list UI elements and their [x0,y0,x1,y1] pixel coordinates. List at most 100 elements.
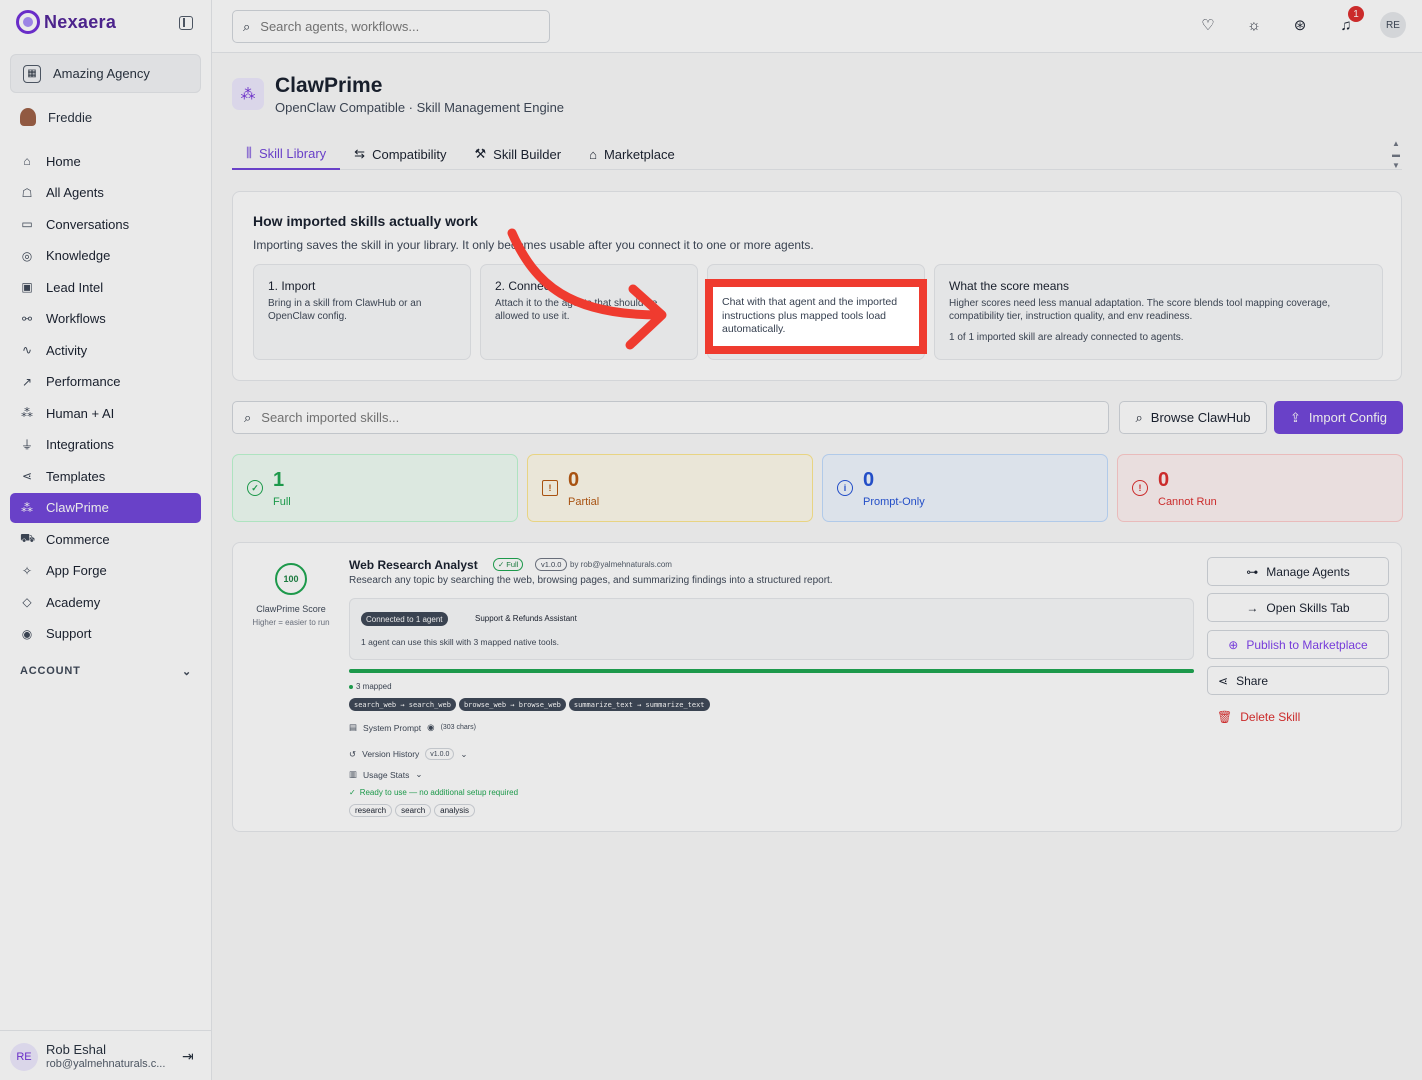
robot-icon: ☖ [21,185,33,200]
eye-icon[interactable]: ◉ [427,722,434,733]
stat-full[interactable]: ✓ 1 Full [232,454,518,522]
tab-bar: ⫼ Skill Library ⇆ Compatibility ⚒ Skill Bui… [232,138,1402,170]
sidebar-item-integrations[interactable]: ⏚ Integrations [10,430,201,460]
stat-cannot-run[interactable]: ! 0 Cannot Run [1117,454,1403,522]
arrow-right-icon: → [1246,600,1259,615]
status-badge: ✓ Full [493,558,524,571]
logo[interactable]: Nexaera [16,10,116,34]
tool-pill: browse_web → browse_web [458,698,566,711]
wrench-icon: ⚒ [474,146,487,161]
org-switcher[interactable]: ▦ Amazing Agency [10,54,201,93]
user-selector[interactable]: Freddie [20,108,92,126]
sidebar-item-performance[interactable]: ↗ Performance [10,367,201,397]
step-score-means: What the score means Higher scores need … [934,264,1383,360]
sidebar-item-commerce[interactable]: ⛟ Commerce [10,524,201,554]
check-circle-icon: ✓ [498,560,505,569]
sidebar-item-clawprime[interactable]: ⁂ ClawPrime [10,492,201,523]
step-import: 1. Import Bring in a skill from ClawHub … [253,264,471,360]
skill-search[interactable]: ⌕ [232,401,1109,434]
tab-skill-library[interactable]: ⫼ Skill Library [232,138,341,170]
network-icon: ⁂ [21,406,33,420]
sidebar-item-knowledge[interactable]: ◎ Knowledge [10,241,201,271]
tab-skill-builder[interactable]: ⚒ Skill Builder [461,138,576,170]
skill-search-input[interactable] [261,410,522,425]
document-icon: ▤ [349,722,358,732]
cart-icon: ⛟ [20,531,36,545]
sidebar-item-support[interactable]: ◉ Support [10,619,201,649]
sidebar-item-workflows[interactable]: ⚯ Workflows [10,304,201,334]
heart-icon[interactable]: ♡ [1196,13,1220,37]
avatar[interactable]: RE [10,1043,38,1071]
share-button[interactable]: ⋖ Share [1207,666,1389,695]
building-icon: ▦ [23,64,41,83]
user-avatar-icon [20,108,36,126]
status-dot-icon [349,684,353,689]
mapping-progress [349,669,1194,673]
sidebar-nav: ⌂ Home ☖ All Agents ▭ Conversations ◎ Knowle… [10,146,201,650]
activity-icon: ∿ [21,343,33,357]
browse-clawhub-button[interactable]: ⌕ Browse ClawHub [1119,401,1267,434]
stat-prompt-only[interactable]: i 0 Prompt-Only [822,454,1108,522]
global-search[interactable]: ⌕ [232,10,550,43]
stat-partial[interactable]: ! 0 Partial [527,454,813,522]
search-icon: ⌕ [244,409,252,425]
open-skills-tab-button[interactable]: → Open Skills Tab [1207,593,1389,622]
share-icon: ⋖ [1218,673,1229,688]
manage-agents-button[interactable]: ⊶ Manage Agents [1207,557,1389,586]
user-name: Freddie [48,109,93,125]
contact-icon: ▣ [21,280,33,294]
sidebar-item-templates[interactable]: ⋖ Templates [10,461,201,491]
avatar[interactable]: RE [1380,12,1406,38]
chevron-down-icon: ⌄ [181,666,192,678]
tab-marketplace[interactable]: ⌂ Marketplace [575,138,689,170]
chevron-down-icon: ⌄ [460,748,468,759]
lifebuoy-icon[interactable]: ⊛ [1288,13,1312,37]
sidebar-item-academy[interactable]: ◇ Academy [10,587,201,617]
warning-icon: ! [542,480,558,496]
skill-description: Research any topic by searching the web,… [349,575,833,586]
tab-scroll-arrows[interactable]: ▲ ▬ ▼ [1391,138,1401,171]
logout-icon[interactable]: ⇥ [182,1048,194,1065]
sidebar-collapse-icon[interactable] [179,16,193,30]
delete-skill-button[interactable]: 🗑 Delete Skill [1217,710,1300,724]
info-icon: i [837,480,853,496]
alert-circle-icon: ! [1132,480,1148,496]
history-icon: ↺ [349,748,357,759]
account-section-toggle[interactable]: ACCOUNT ⌄ [20,665,192,678]
highlighted-step-chat: Chat with that agent and the imported in… [705,279,927,354]
global-search-input[interactable] [260,19,521,34]
sidebar-item-app-forge[interactable]: ✧ App Forge [10,556,201,586]
connected-agent[interactable]: Support & Refunds Assistant [475,614,577,623]
score-ring: 100 [275,563,307,595]
tab-compatibility[interactable]: ⇆ Compatibility [340,138,460,170]
page-title: ClawPrime [275,74,383,97]
lifebuoy-icon: ◉ [21,626,33,641]
tag[interactable]: analysis [434,804,476,817]
sidebar-item-all-agents[interactable]: ☖ All Agents [10,178,201,208]
mapping-progress-fill [349,669,1194,673]
tool-pill: search_web → search_web [349,698,456,711]
publish-marketplace-button[interactable]: ⊕ Publish to Marketplace [1207,630,1389,659]
mapped-count: 3 mapped [349,682,392,691]
sidebar-item-human-ai[interactable]: ⁂ Human + AI [10,398,201,428]
skill-author: by rob@yalmehnaturals.com [570,560,672,569]
sidebar-item-activity[interactable]: ∿ Activity [10,335,201,365]
tag[interactable]: research [349,804,393,817]
version-history-toggle[interactable]: ↺ Version History v1.0.0 ⌄ [349,748,468,760]
bar-chart-icon: ▥ [349,769,358,779]
sun-icon[interactable]: ☼ [1242,13,1266,37]
sidebar-item-home[interactable]: ⌂ Home [10,146,201,176]
store-icon: ⌂ [589,146,597,162]
import-config-button[interactable]: ⇪ Import Config [1274,401,1403,434]
tag[interactable]: search [395,804,432,817]
sidebar-item-lead-intel[interactable]: ▣ Lead Intel [10,272,201,302]
usage-stats-toggle[interactable]: ▥ Usage Stats ⌄ [349,769,422,780]
clawprime-icon: ⁂ [21,500,33,515]
score-label: ClawPrime Score [256,604,326,614]
annotation-arrow-icon [507,228,667,350]
bell-icon[interactable]: ♫ 1 [1334,6,1364,37]
sidebar-item-conversations[interactable]: ▭ Conversations [10,209,201,239]
page-subtitle: OpenClaw Compatible · Skill Management E… [275,100,565,115]
library-icon: ⫼ [246,145,252,160]
chat-icon: ▭ [21,217,33,231]
